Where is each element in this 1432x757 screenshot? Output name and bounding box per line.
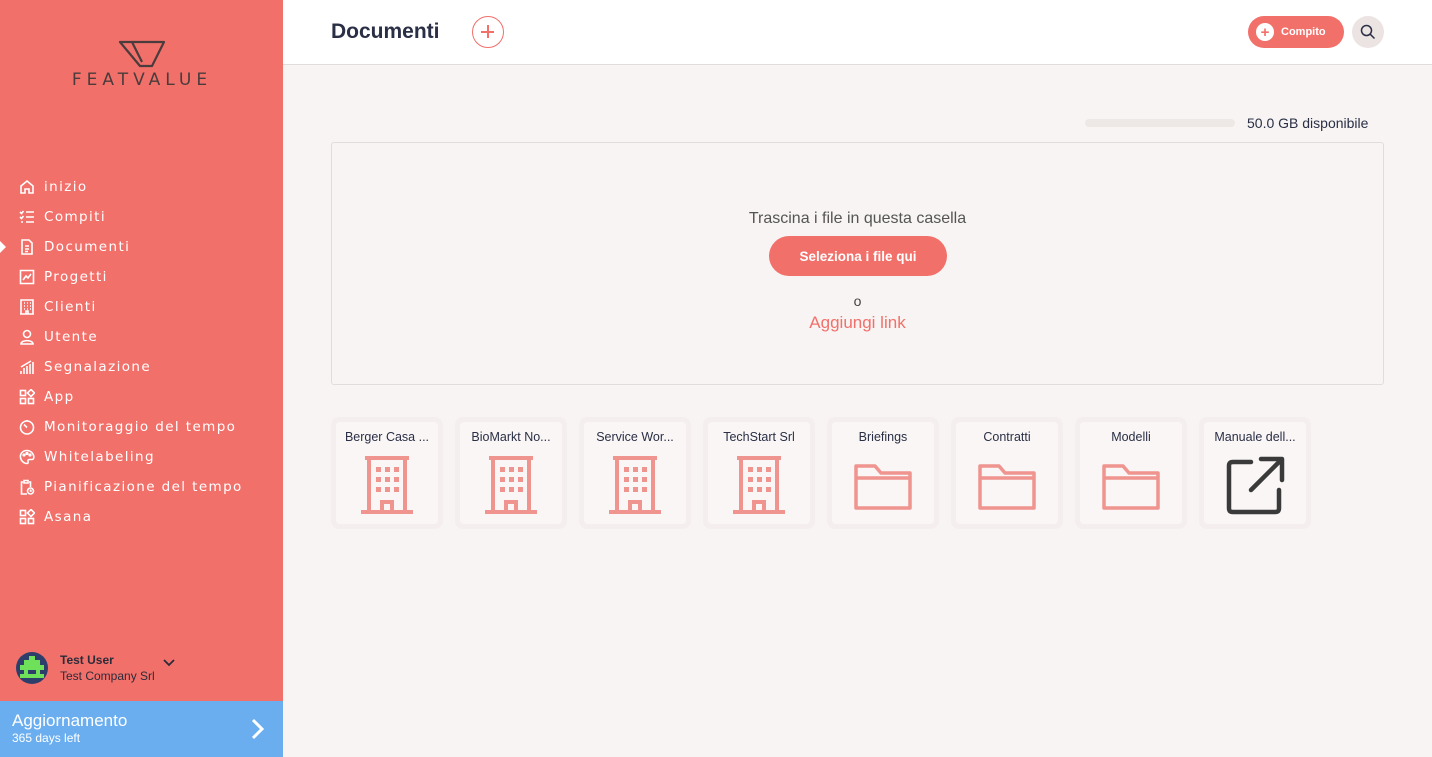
- sidebar-item-label: App: [44, 389, 75, 405]
- sidebar-item-monitoraggio[interactable]: Monitoraggio del tempo: [0, 412, 283, 442]
- upgrade-title: Aggiornamento: [12, 711, 128, 730]
- tile-label: Berger Casa ...: [344, 430, 430, 444]
- user-menu[interactable]: Test User Test Company Srl: [16, 652, 175, 684]
- add-task-label: Compito: [1281, 26, 1326, 38]
- sidebar-item-app[interactable]: App: [0, 382, 283, 412]
- sidebar-item-asana[interactable]: Asana: [0, 502, 283, 532]
- sidebar-item-label: Compiti: [44, 209, 107, 225]
- drop-instructions: Trascina i file in questa casella: [748, 210, 967, 227]
- folder-tile[interactable]: Service Wor...: [579, 417, 691, 529]
- sidebar: FEATVALUE inizio Compiti Documenti Proge…: [0, 0, 283, 757]
- palette-icon: [18, 448, 36, 466]
- plus-icon: +: [1256, 23, 1274, 41]
- brand-logo[interactable]: FEATVALUE: [56, 40, 228, 90]
- chevron-right-icon: [251, 718, 265, 745]
- sidebar-item-label: inizio: [44, 179, 88, 195]
- folder-tile[interactable]: TechStart Srl: [703, 417, 815, 529]
- brand-name: FEATVALUE: [71, 70, 213, 90]
- or-separator: o: [853, 293, 862, 309]
- upgrade-banner[interactable]: Aggiornamento 365 days left: [0, 701, 283, 757]
- sidebar-nav: inizio Compiti Documenti Progetti Client…: [0, 172, 283, 532]
- tile-label: Contratti: [983, 430, 1031, 444]
- sidebar-item-clienti[interactable]: Clienti: [0, 292, 283, 322]
- task-list-icon: [18, 208, 36, 226]
- sidebar-item-label: Segnalazione: [44, 359, 152, 375]
- avatar: [16, 652, 48, 684]
- sidebar-item-label: Pianificazione del tempo: [44, 479, 243, 495]
- upgrade-days-left: 365 days left: [12, 731, 81, 745]
- sidebar-item-label: Utente: [44, 329, 99, 345]
- sidebar-item-label: Progetti: [44, 269, 108, 285]
- sidebar-item-compiti[interactable]: Compiti: [0, 202, 283, 232]
- sidebar-item-whitelabeling[interactable]: Whitelabeling: [0, 442, 283, 472]
- clipboard-clock-icon: [18, 478, 36, 496]
- top-bar: Documenti + Compito: [283, 0, 1432, 65]
- sidebar-item-label: Documenti: [44, 239, 131, 255]
- search-button[interactable]: [1352, 16, 1384, 48]
- sidebar-item-utente[interactable]: Utente: [0, 322, 283, 352]
- tile-label: Manuale dell...: [1214, 430, 1296, 444]
- user-icon: [18, 328, 36, 346]
- file-dropzone[interactable]: Trascina i file in questa casella Selezi…: [331, 142, 1384, 385]
- chart-board-icon: [18, 268, 36, 286]
- sidebar-item-label: Clienti: [44, 299, 97, 315]
- apps-icon: [18, 508, 36, 526]
- chevron-down-icon[interactable]: [163, 654, 175, 672]
- page-title: Documenti: [331, 20, 440, 43]
- bar-chart-icon: [18, 358, 36, 376]
- sidebar-item-segnalazione[interactable]: Segnalazione: [0, 352, 283, 382]
- tile-label: BioMarkt No...: [471, 430, 551, 444]
- folder-icon: [854, 464, 912, 510]
- folder-tile[interactable]: Briefings: [827, 417, 939, 529]
- building-icon: [361, 456, 413, 514]
- sidebar-item-pianificazione[interactable]: Pianificazione del tempo: [0, 472, 283, 502]
- timer-icon: [18, 418, 36, 436]
- add-document-button[interactable]: [472, 16, 504, 48]
- add-link-button[interactable]: Aggiungi link: [332, 313, 1383, 333]
- search-icon: [1360, 24, 1376, 40]
- tile-label: Modelli: [1111, 430, 1151, 444]
- sidebar-item-inizio[interactable]: inizio: [0, 172, 283, 202]
- link-tile[interactable]: Manuale dell...: [1199, 417, 1311, 529]
- storage-available-label: 50.0 GB disponibile: [1247, 115, 1369, 131]
- document-icon: [18, 238, 36, 256]
- user-company: Test Company Srl: [60, 669, 155, 683]
- storage-progress-bar: [1085, 119, 1235, 127]
- folder-tile[interactable]: Contratti: [951, 417, 1063, 529]
- external-link-icon: [1226, 456, 1285, 515]
- folder-icon: [1102, 464, 1160, 510]
- tile-label: Briefings: [858, 430, 908, 444]
- home-icon: [18, 178, 36, 196]
- building-icon: [609, 456, 661, 514]
- tile-label: TechStart Srl: [723, 430, 795, 444]
- sidebar-item-progetti[interactable]: Progetti: [0, 262, 283, 292]
- building-icon: [18, 298, 36, 316]
- sidebar-item-label: Whitelabeling: [44, 449, 155, 465]
- folder-icon: [978, 464, 1036, 510]
- select-files-button[interactable]: Seleziona i file qui: [769, 236, 947, 276]
- tile-label: Service Wor...: [596, 430, 674, 444]
- folder-tile[interactable]: Modelli: [1075, 417, 1187, 529]
- sidebar-item-label: Monitoraggio del tempo: [44, 419, 237, 435]
- sidebar-item-documenti[interactable]: Documenti: [0, 232, 283, 262]
- user-name: Test User: [60, 653, 114, 667]
- folder-tile[interactable]: BioMarkt No...: [455, 417, 567, 529]
- sidebar-item-label: Asana: [44, 509, 93, 525]
- building-icon: [485, 456, 537, 514]
- brand-mark-icon: [118, 40, 166, 68]
- apps-icon: [18, 388, 36, 406]
- folder-tile[interactable]: Berger Casa ...: [331, 417, 443, 529]
- building-icon: [733, 456, 785, 514]
- add-task-button[interactable]: + Compito: [1248, 16, 1344, 48]
